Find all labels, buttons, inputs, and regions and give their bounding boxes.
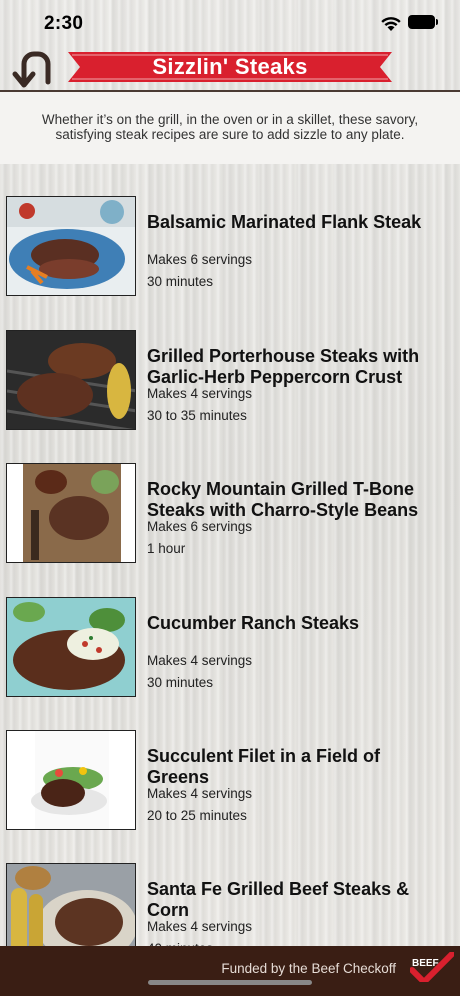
recipe-servings: Makes 6 servings: [147, 519, 253, 534]
recipe-item[interactable]: Rocky Mountain Grilled T-Bone Steaks wit…: [0, 463, 460, 596]
recipe-title: Santa Fe Grilled Beef Steaks & Corn: [147, 879, 410, 920]
recipe-title: Cucumber Ranch Steaks: [147, 613, 360, 633]
wifi-icon: [381, 17, 401, 31]
recipe-time: 1 hour: [147, 541, 186, 556]
recipe-title: Rocky Mountain Grilled T-Bone Steaks wit…: [147, 479, 419, 520]
back-arrow-icon[interactable]: [12, 48, 56, 88]
page-title: Sizzlin' Steaks: [152, 54, 308, 79]
recipe-servings: Makes 4 servings: [147, 653, 253, 668]
recipe-time: 20 to 25 minutes: [147, 808, 247, 823]
battery-icon: [408, 15, 438, 29]
recipe-servings: Makes 4 servings: [147, 386, 253, 401]
recipe-title: Balsamic Marinated Flank Steak: [147, 212, 422, 232]
cucumber-ranch-photo-icon[interactable]: [6, 597, 136, 697]
porterhouse-photo-icon[interactable]: [6, 330, 136, 430]
recipe-item[interactable]: Cucumber Ranch Steaks Makes 4 servings 3…: [0, 597, 460, 730]
flank-steak-photo-icon[interactable]: [6, 196, 136, 296]
beef-checkoff-logo-icon: BEEF: [410, 952, 454, 982]
footer-text: Funded by the Beef Checkoff: [221, 961, 396, 976]
recipe-time: 30 minutes: [147, 675, 214, 690]
recipe-item[interactable]: Succulent Filet in a Field of Greens Mak…: [0, 730, 460, 863]
recipe-time: 30 minutes: [147, 274, 214, 289]
header: Sizzlin' Steaks: [0, 46, 460, 92]
intro-text: Whether it’s on the grill, in the oven o…: [0, 92, 460, 164]
recipe-title: Succulent Filet in a Field of Greens: [147, 746, 381, 787]
recipe-item[interactable]: Grilled Porterhouse Steaks with Garlic-H…: [0, 330, 460, 463]
recipe-servings: Makes 6 servings: [147, 252, 253, 267]
recipe-servings: Makes 4 servings: [147, 919, 253, 934]
status-bar: 2:30: [0, 0, 460, 46]
filet-greens-photo-icon[interactable]: [6, 730, 136, 830]
tbone-photo-icon[interactable]: [6, 463, 136, 563]
recipe-servings: Makes 4 servings: [147, 786, 253, 801]
footer-bar: Funded by the Beef Checkoff BEEF: [0, 946, 460, 996]
home-indicator[interactable]: [148, 980, 312, 985]
beef-logo-text: BEEF: [412, 958, 439, 969]
title-banner: Sizzlin' Steaks: [68, 52, 392, 82]
status-time: 2:30: [44, 13, 84, 34]
recipe-item[interactable]: Balsamic Marinated Flank Steak Makes 6 s…: [0, 196, 460, 329]
recipe-title: Grilled Porterhouse Steaks with Garlic-H…: [147, 346, 420, 387]
recipe-time: 30 to 35 minutes: [147, 408, 247, 423]
